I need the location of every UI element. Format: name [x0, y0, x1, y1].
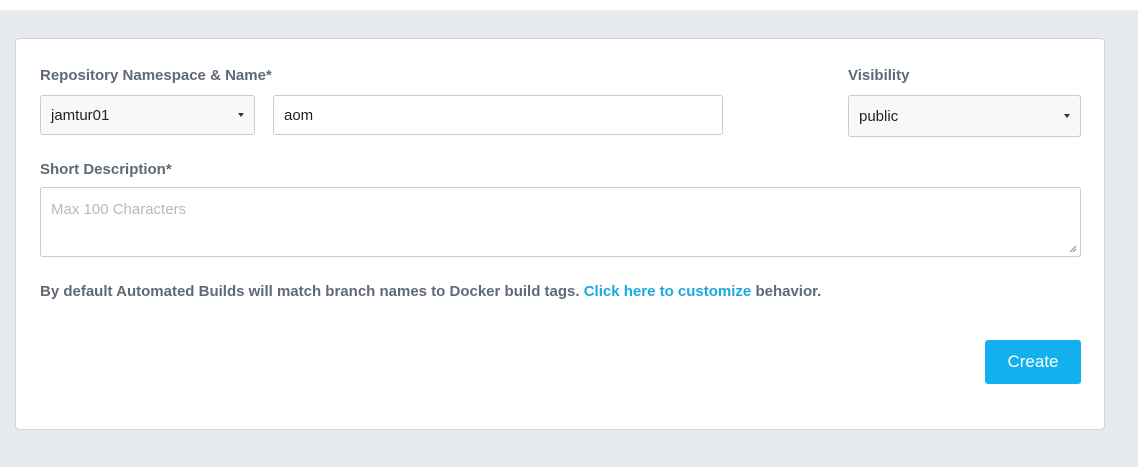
create-button[interactable]: Create [985, 340, 1081, 384]
repository-name-input[interactable] [273, 95, 723, 135]
customize-link[interactable]: Click here to customize [584, 283, 752, 300]
info-suffix: behavior. [755, 283, 822, 300]
visibility-label: Visibility [848, 67, 910, 84]
short-description-label: Short Description* [40, 161, 172, 178]
namespace-select[interactable]: jamtur01 [40, 95, 255, 135]
visibility-value: public [859, 107, 899, 125]
short-description-input[interactable] [40, 187, 1081, 257]
chevron-down-icon [238, 113, 244, 117]
automated-builds-info: By default Automated Builds will match b… [40, 283, 821, 300]
chevron-down-icon [1064, 114, 1070, 118]
namespace-value: jamtur01 [51, 106, 110, 124]
resize-grip-icon[interactable] [1069, 245, 1077, 253]
info-text: By default Automated Builds will match b… [40, 283, 580, 300]
repository-name-label: Repository Namespace & Name* [40, 67, 272, 84]
visibility-select[interactable]: public [848, 95, 1081, 137]
